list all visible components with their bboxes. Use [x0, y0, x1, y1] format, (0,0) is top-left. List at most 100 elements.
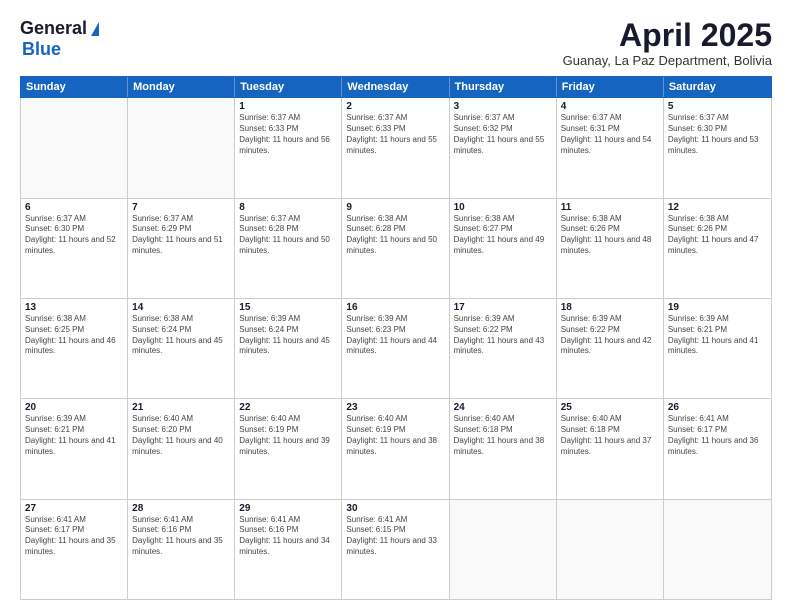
- day-number: 20: [25, 402, 123, 413]
- day-info: Sunrise: 6:41 AM Sunset: 6:16 PM Dayligh…: [239, 515, 337, 558]
- calendar-week-row: 27Sunrise: 6:41 AM Sunset: 6:17 PM Dayli…: [21, 500, 771, 599]
- calendar-cell: 4Sunrise: 6:37 AM Sunset: 6:31 PM Daylig…: [557, 98, 664, 197]
- day-number: 15: [239, 302, 337, 313]
- title-area: April 2025 Guanay, La Paz Department, Bo…: [563, 18, 772, 68]
- day-info: Sunrise: 6:39 AM Sunset: 6:22 PM Dayligh…: [561, 314, 659, 357]
- day-info: Sunrise: 6:38 AM Sunset: 6:26 PM Dayligh…: [561, 214, 659, 257]
- calendar-cell: 27Sunrise: 6:41 AM Sunset: 6:17 PM Dayli…: [21, 500, 128, 599]
- day-info: Sunrise: 6:37 AM Sunset: 6:31 PM Dayligh…: [561, 113, 659, 156]
- day-number: 10: [454, 202, 552, 213]
- calendar-cell: [128, 98, 235, 197]
- day-number: 26: [668, 402, 767, 413]
- day-number: 6: [25, 202, 123, 213]
- day-info: Sunrise: 6:39 AM Sunset: 6:23 PM Dayligh…: [346, 314, 444, 357]
- calendar-cell: 16Sunrise: 6:39 AM Sunset: 6:23 PM Dayli…: [342, 299, 449, 398]
- day-info: Sunrise: 6:40 AM Sunset: 6:19 PM Dayligh…: [346, 414, 444, 457]
- logo: General Blue: [20, 18, 99, 60]
- calendar-cell: 9Sunrise: 6:38 AM Sunset: 6:28 PM Daylig…: [342, 199, 449, 298]
- day-info: Sunrise: 6:37 AM Sunset: 6:30 PM Dayligh…: [25, 214, 123, 257]
- day-number: 1: [239, 101, 337, 112]
- calendar-week-row: 1Sunrise: 6:37 AM Sunset: 6:33 PM Daylig…: [21, 98, 771, 198]
- day-info: Sunrise: 6:38 AM Sunset: 6:25 PM Dayligh…: [25, 314, 123, 357]
- calendar-cell: 26Sunrise: 6:41 AM Sunset: 6:17 PM Dayli…: [664, 399, 771, 498]
- calendar-header: SundayMondayTuesdayWednesdayThursdayFrid…: [20, 76, 772, 98]
- calendar-cell: 3Sunrise: 6:37 AM Sunset: 6:32 PM Daylig…: [450, 98, 557, 197]
- day-info: Sunrise: 6:41 AM Sunset: 6:17 PM Dayligh…: [25, 515, 123, 558]
- calendar-cell: 14Sunrise: 6:38 AM Sunset: 6:24 PM Dayli…: [128, 299, 235, 398]
- weekday-header: Friday: [557, 77, 664, 97]
- day-number: 3: [454, 101, 552, 112]
- page: General Blue April 2025 Guanay, La Paz D…: [0, 0, 792, 612]
- day-number: 4: [561, 101, 659, 112]
- day-number: 14: [132, 302, 230, 313]
- month-title: April 2025: [563, 18, 772, 53]
- day-info: Sunrise: 6:41 AM Sunset: 6:16 PM Dayligh…: [132, 515, 230, 558]
- day-number: 24: [454, 402, 552, 413]
- day-number: 7: [132, 202, 230, 213]
- weekday-header: Tuesday: [235, 77, 342, 97]
- day-number: 19: [668, 302, 767, 313]
- day-number: 13: [25, 302, 123, 313]
- weekday-header: Wednesday: [342, 77, 449, 97]
- calendar-cell: 25Sunrise: 6:40 AM Sunset: 6:18 PM Dayli…: [557, 399, 664, 498]
- calendar-cell: 22Sunrise: 6:40 AM Sunset: 6:19 PM Dayli…: [235, 399, 342, 498]
- day-info: Sunrise: 6:37 AM Sunset: 6:33 PM Dayligh…: [346, 113, 444, 156]
- day-info: Sunrise: 6:39 AM Sunset: 6:24 PM Dayligh…: [239, 314, 337, 357]
- day-number: 11: [561, 202, 659, 213]
- calendar-cell: 5Sunrise: 6:37 AM Sunset: 6:30 PM Daylig…: [664, 98, 771, 197]
- day-number: 29: [239, 503, 337, 514]
- day-number: 27: [25, 503, 123, 514]
- logo-triangle-icon: [91, 22, 99, 36]
- day-number: 16: [346, 302, 444, 313]
- day-number: 21: [132, 402, 230, 413]
- day-number: 17: [454, 302, 552, 313]
- calendar-cell: 15Sunrise: 6:39 AM Sunset: 6:24 PM Dayli…: [235, 299, 342, 398]
- day-info: Sunrise: 6:39 AM Sunset: 6:21 PM Dayligh…: [668, 314, 767, 357]
- calendar-cell: 28Sunrise: 6:41 AM Sunset: 6:16 PM Dayli…: [128, 500, 235, 599]
- calendar-cell: 13Sunrise: 6:38 AM Sunset: 6:25 PM Dayli…: [21, 299, 128, 398]
- calendar-cell: 24Sunrise: 6:40 AM Sunset: 6:18 PM Dayli…: [450, 399, 557, 498]
- location: Guanay, La Paz Department, Bolivia: [563, 53, 772, 68]
- day-number: 12: [668, 202, 767, 213]
- day-number: 28: [132, 503, 230, 514]
- logo-blue: Blue: [22, 39, 61, 60]
- calendar-cell: 12Sunrise: 6:38 AM Sunset: 6:26 PM Dayli…: [664, 199, 771, 298]
- day-info: Sunrise: 6:39 AM Sunset: 6:22 PM Dayligh…: [454, 314, 552, 357]
- calendar-cell: 10Sunrise: 6:38 AM Sunset: 6:27 PM Dayli…: [450, 199, 557, 298]
- calendar-week-row: 20Sunrise: 6:39 AM Sunset: 6:21 PM Dayli…: [21, 399, 771, 499]
- logo-general: General: [20, 18, 87, 39]
- calendar-cell: 29Sunrise: 6:41 AM Sunset: 6:16 PM Dayli…: [235, 500, 342, 599]
- calendar-cell: 8Sunrise: 6:37 AM Sunset: 6:28 PM Daylig…: [235, 199, 342, 298]
- day-info: Sunrise: 6:40 AM Sunset: 6:19 PM Dayligh…: [239, 414, 337, 457]
- calendar: SundayMondayTuesdayWednesdayThursdayFrid…: [20, 76, 772, 600]
- day-info: Sunrise: 6:41 AM Sunset: 6:15 PM Dayligh…: [346, 515, 444, 558]
- calendar-cell: [664, 500, 771, 599]
- calendar-cell: 21Sunrise: 6:40 AM Sunset: 6:20 PM Dayli…: [128, 399, 235, 498]
- calendar-cell: 30Sunrise: 6:41 AM Sunset: 6:15 PM Dayli…: [342, 500, 449, 599]
- day-info: Sunrise: 6:40 AM Sunset: 6:18 PM Dayligh…: [561, 414, 659, 457]
- calendar-cell: 11Sunrise: 6:38 AM Sunset: 6:26 PM Dayli…: [557, 199, 664, 298]
- calendar-cell: 7Sunrise: 6:37 AM Sunset: 6:29 PM Daylig…: [128, 199, 235, 298]
- day-number: 25: [561, 402, 659, 413]
- weekday-header: Monday: [128, 77, 235, 97]
- weekday-header: Sunday: [21, 77, 128, 97]
- day-info: Sunrise: 6:38 AM Sunset: 6:27 PM Dayligh…: [454, 214, 552, 257]
- day-info: Sunrise: 6:37 AM Sunset: 6:29 PM Dayligh…: [132, 214, 230, 257]
- day-number: 2: [346, 101, 444, 112]
- weekday-header: Thursday: [450, 77, 557, 97]
- calendar-body: 1Sunrise: 6:37 AM Sunset: 6:33 PM Daylig…: [20, 98, 772, 600]
- day-info: Sunrise: 6:39 AM Sunset: 6:21 PM Dayligh…: [25, 414, 123, 457]
- calendar-cell: 20Sunrise: 6:39 AM Sunset: 6:21 PM Dayli…: [21, 399, 128, 498]
- day-info: Sunrise: 6:40 AM Sunset: 6:18 PM Dayligh…: [454, 414, 552, 457]
- calendar-cell: 23Sunrise: 6:40 AM Sunset: 6:19 PM Dayli…: [342, 399, 449, 498]
- day-info: Sunrise: 6:38 AM Sunset: 6:28 PM Dayligh…: [346, 214, 444, 257]
- day-info: Sunrise: 6:38 AM Sunset: 6:26 PM Dayligh…: [668, 214, 767, 257]
- header: General Blue April 2025 Guanay, La Paz D…: [20, 18, 772, 68]
- calendar-week-row: 13Sunrise: 6:38 AM Sunset: 6:25 PM Dayli…: [21, 299, 771, 399]
- calendar-cell: 19Sunrise: 6:39 AM Sunset: 6:21 PM Dayli…: [664, 299, 771, 398]
- day-info: Sunrise: 6:37 AM Sunset: 6:33 PM Dayligh…: [239, 113, 337, 156]
- day-number: 30: [346, 503, 444, 514]
- calendar-cell: [21, 98, 128, 197]
- day-number: 18: [561, 302, 659, 313]
- calendar-cell: 2Sunrise: 6:37 AM Sunset: 6:33 PM Daylig…: [342, 98, 449, 197]
